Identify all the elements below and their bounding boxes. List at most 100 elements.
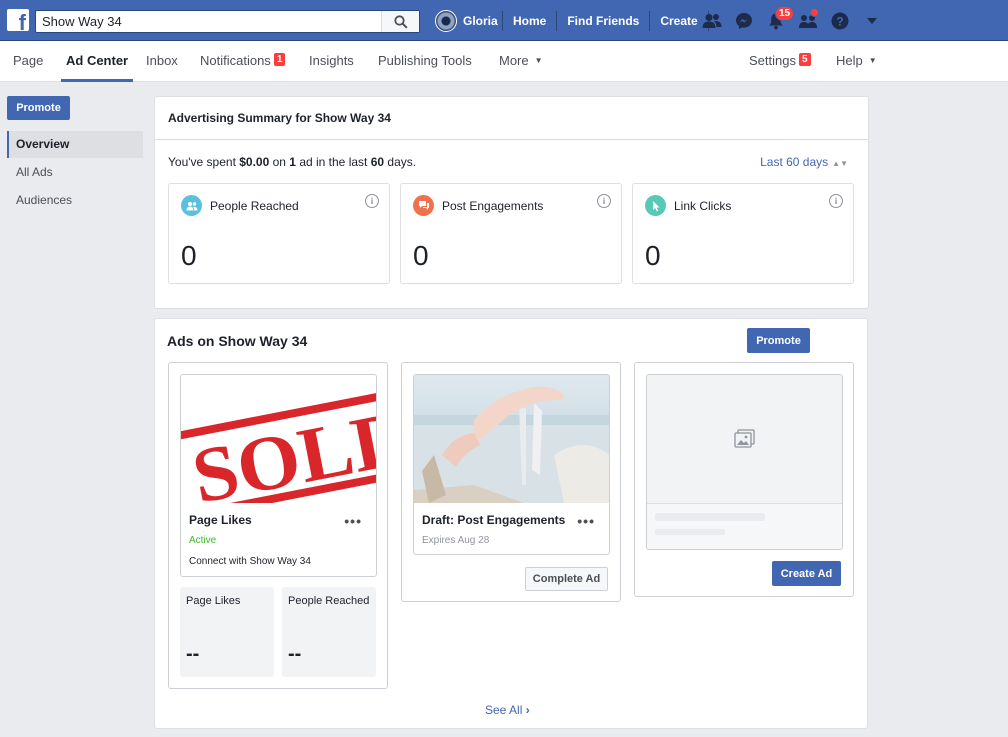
sidebar-item-overview[interactable]: Overview — [7, 131, 143, 158]
ads-title: Ads on Show Way 34 — [167, 333, 308, 349]
placeholder-text-area — [647, 503, 842, 549]
sort-updown-icon: ▲▼ — [832, 159, 848, 168]
promote-button[interactable]: Promote — [7, 96, 70, 120]
ad-placeholder-preview — [646, 374, 843, 550]
metric-post-engagements: Post Engagements i 0 — [400, 183, 622, 284]
image-placeholder-icon — [733, 429, 755, 448]
date-range-label: Last 60 days — [760, 155, 829, 169]
caret-down-icon: ▼ — [534, 56, 543, 65]
metric-value: 0 — [413, 240, 429, 271]
home-link[interactable]: Home — [503, 10, 556, 32]
more-options-icon[interactable]: ••• — [344, 513, 362, 529]
ad-preview[interactable]: Draft: Post Engagements ••• Expires Aug … — [413, 374, 610, 555]
tab-help[interactable]: Help ▼ — [836, 41, 877, 82]
caret-down-icon: ▼ — [868, 56, 877, 65]
messenger-button[interactable] — [728, 8, 760, 34]
beach-photo-image — [414, 375, 609, 503]
info-icon[interactable]: i — [365, 194, 379, 208]
top-icon-group: 15 ? — [696, 6, 888, 34]
see-all-link[interactable]: See All › — [485, 703, 530, 717]
top-nav-links: Home Find Friends Create — [502, 10, 709, 32]
pages-notification-dot — [810, 8, 819, 17]
engagement-bubble-icon — [413, 195, 434, 216]
stat-page-likes: Page Likes -- — [180, 587, 274, 677]
pages-button[interactable] — [792, 8, 824, 34]
sold-stamp-text: SOLD — [185, 392, 376, 503]
friend-requests-button[interactable] — [696, 8, 728, 34]
summary-title: Advertising Summary for Show Way 34 — [155, 97, 868, 140]
messenger-icon — [736, 13, 752, 29]
sidebar-item-all-ads[interactable]: All Ads — [7, 159, 143, 186]
ad-subtitle: Connect with Show Way 34 — [189, 556, 311, 567]
stat-value: -- — [186, 643, 200, 665]
page-tabs-bar: Page Ad Center Inbox Notifications 1 Insi… — [0, 41, 1008, 82]
date-range-selector[interactable]: Last 60 days ▲▼ — [760, 155, 848, 169]
sidebar-item-audiences[interactable]: Audiences — [7, 187, 143, 214]
avatar — [435, 10, 457, 32]
top-navigation-bar: f Gloria Home Find Friends Create 15 — [0, 0, 1008, 41]
friends-icon — [702, 14, 722, 28]
sold-stamp-image: SOLD — [181, 375, 376, 503]
days-count: 60 — [370, 155, 385, 169]
tab-notifications-label: Notifications — [200, 53, 271, 68]
chevron-right-icon: › — [525, 703, 530, 717]
settings-badge: 5 — [798, 53, 811, 66]
facebook-logo-icon[interactable]: f — [7, 9, 29, 31]
spent-amount: $0.00 — [239, 155, 270, 169]
ad-card-create[interactable]: Create Ad — [634, 362, 854, 597]
metric-label: Link Clicks — [674, 199, 732, 213]
tab-ad-center[interactable]: Ad Center — [61, 41, 134, 82]
spent-suffix: days. — [384, 155, 417, 169]
search-box — [35, 10, 420, 33]
ads-panel: Ads on Show Way 34 Promote SOLD Page Lik… — [154, 318, 868, 729]
info-icon[interactable]: i — [597, 194, 611, 208]
tab-notifications[interactable]: Notifications 1 — [200, 41, 286, 82]
help-button[interactable]: ? — [824, 8, 856, 34]
caret-down-icon — [867, 18, 877, 24]
spend-summary-text: You've spent $0.00 on 1 ad in the last 6… — [168, 155, 416, 169]
ad-card-page-likes[interactable]: SOLD Page Likes ••• Active Connect with … — [168, 362, 388, 689]
notifications-badge: 1 — [273, 53, 286, 66]
see-all-label: See All — [485, 703, 523, 717]
metric-people-reached: People Reached i 0 — [168, 183, 390, 284]
tab-insights[interactable]: Insights — [309, 41, 354, 82]
notifications-button[interactable]: 15 — [760, 6, 795, 34]
tab-page[interactable]: Page — [13, 41, 43, 82]
stat-value: -- — [288, 643, 302, 665]
ad-preview[interactable]: SOLD Page Likes ••• Active Connect with … — [180, 374, 377, 577]
tab-help-label: Help — [836, 53, 863, 68]
metric-value: 0 — [181, 240, 197, 271]
ad-title: Draft: Post Engagements — [422, 513, 566, 527]
promote-button[interactable]: Promote — [747, 328, 810, 353]
search-input[interactable] — [36, 11, 381, 32]
status-badge: Active — [189, 535, 217, 546]
find-friends-link[interactable]: Find Friends — [557, 10, 649, 32]
stat-label: Page Likes — [186, 595, 241, 607]
stat-people-reached: People Reached -- — [282, 587, 376, 677]
placeholder-line — [655, 513, 765, 521]
create-ad-button[interactable]: Create Ad — [772, 561, 841, 586]
cursor-icon — [645, 195, 666, 216]
search-button[interactable] — [381, 11, 419, 32]
account-menu-button[interactable] — [856, 8, 888, 34]
profile-link[interactable]: Gloria — [435, 10, 498, 32]
tab-more[interactable]: More ▼ — [499, 41, 543, 82]
info-icon[interactable]: i — [829, 194, 843, 208]
svg-text:?: ? — [836, 15, 843, 29]
tab-more-label: More — [499, 53, 529, 68]
tab-inbox[interactable]: Inbox — [146, 41, 178, 82]
image-placeholder — [647, 375, 842, 503]
help-question-icon: ? — [831, 12, 849, 30]
metric-label: Post Engagements — [442, 199, 544, 213]
tab-publishing-tools[interactable]: Publishing Tools — [378, 41, 472, 82]
tab-settings-label: Settings — [749, 53, 796, 68]
more-options-icon[interactable]: ••• — [577, 513, 595, 529]
metric-value: 0 — [645, 240, 661, 271]
ad-card-draft-post-engagements[interactable]: Draft: Post Engagements ••• Expires Aug … — [401, 362, 621, 602]
ad-title: Page Likes — [189, 513, 252, 527]
placeholder-line — [655, 529, 725, 535]
tab-settings[interactable]: Settings 5 — [749, 41, 811, 82]
complete-ad-button[interactable]: Complete Ad — [525, 567, 608, 591]
ad-count: 1 — [289, 155, 296, 169]
spent-mid2: ad in the last — [295, 155, 371, 169]
